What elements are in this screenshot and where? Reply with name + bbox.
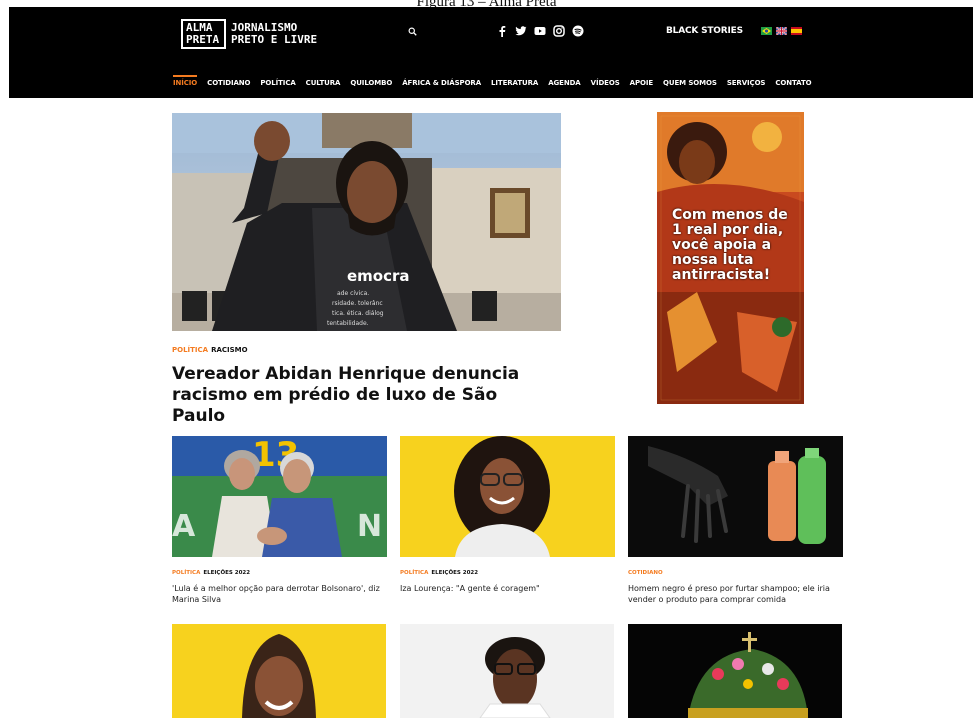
nav-item-contato[interactable]: CONTATO <box>770 75 816 91</box>
logo-mark: ALMA PRETA <box>181 19 226 49</box>
svg-text:emocra: emocra <box>347 267 410 285</box>
card-image-6[interactable] <box>628 624 842 718</box>
hero-category-racismo[interactable]: RACISMO <box>211 346 248 354</box>
tagline-line-2: PRETO E LIVRE <box>231 33 318 46</box>
hero-categories: POLÍTICA RACISMO <box>172 346 248 354</box>
twitter-icon[interactable] <box>515 25 527 37</box>
nav-item-cultura[interactable]: CULTURA <box>301 75 346 91</box>
hero-image[interactable]: emocra ade cívica. rsidade. tolerânc tic… <box>172 113 561 331</box>
nav-item-politica[interactable]: POLÍTICA <box>255 75 300 91</box>
language-flags <box>761 27 802 35</box>
nav-item-servicos[interactable]: SERVIÇOS <box>722 75 771 91</box>
card-title-3[interactable]: Homem negro é preso por furtar shampoo; … <box>628 583 843 605</box>
article-card-1[interactable]: 13 A N POLÍTICA ELEIÇÕES 2022 'Lula é a m… <box>172 436 387 605</box>
nav-item-literatura[interactable]: LITERATURA <box>486 75 543 91</box>
social-links <box>496 25 584 37</box>
spotify-icon[interactable] <box>572 25 584 37</box>
logo-tagline: JORNALISMO PRETO E LIVRE <box>231 22 317 46</box>
nav-item-quilombo[interactable]: QUILOMBO <box>345 75 397 91</box>
card-categories-3: COTIDIANO <box>628 570 843 576</box>
nav-item-agenda[interactable]: AGENDA <box>543 75 585 91</box>
article-card-2[interactable]: POLÍTICA ELEIÇÕES 2022 Iza Lourença: "A g… <box>400 436 615 594</box>
nav-item-videos[interactable]: VÍDEOS <box>586 75 625 91</box>
logo-line-2: PRETA <box>186 33 220 46</box>
card-categories-1: POLÍTICA ELEIÇÕES 2022 <box>172 570 387 576</box>
card-categories-2: POLÍTICA ELEIÇÕES 2022 <box>400 570 615 576</box>
svg-text:A: A <box>172 509 196 544</box>
hero-category-politica[interactable]: POLÍTICA <box>172 346 208 354</box>
svg-text:ade cívica.: ade cívica. <box>337 290 369 297</box>
card-image-4[interactable] <box>172 624 386 718</box>
spain-flag-icon[interactable] <box>791 27 802 35</box>
card-image-1[interactable]: 13 A N <box>172 436 387 557</box>
nav-item-inicio[interactable]: INÍCIO <box>168 75 202 91</box>
search-icon[interactable] <box>408 27 417 36</box>
card-image-3[interactable] <box>628 436 843 557</box>
facebook-icon[interactable] <box>496 25 508 37</box>
svg-text:N: N <box>357 509 382 544</box>
svg-text:tentabilidade.: tentabilidade. <box>327 320 369 327</box>
svg-text:rsidade. tolerânc: rsidade. tolerânc <box>332 300 383 307</box>
card-1-category-1[interactable]: POLÍTICA <box>172 570 200 576</box>
nav-item-cotidiano[interactable]: COTIDIANO <box>202 75 255 91</box>
article-card-3[interactable]: COTIDIANO Homem negro é preso por furtar… <box>628 436 843 605</box>
site-logo[interactable]: ALMA PRETA JORNALISMO PRETO E LIVRE <box>181 19 317 49</box>
card-2-category-1[interactable]: POLÍTICA <box>400 570 428 576</box>
instagram-icon[interactable] <box>553 25 565 37</box>
svg-text:tica. ética. diálog: tica. ética. diálog <box>332 310 384 317</box>
hero-headline[interactable]: Vereador Abidan Henrique denuncia racism… <box>172 364 552 427</box>
youtube-icon[interactable] <box>534 25 546 37</box>
card-image-5[interactable] <box>400 624 614 718</box>
card-3-category-1[interactable]: COTIDIANO <box>628 570 663 576</box>
nav-item-quem-somos[interactable]: QUEM SOMOS <box>658 75 722 91</box>
card-1-category-2[interactable]: ELEIÇÕES 2022 <box>203 570 250 576</box>
card-image-2[interactable] <box>400 436 615 557</box>
donation-ad-banner[interactable]: Com menos de 1 real por dia, você apoia … <box>657 112 804 404</box>
card-title-2[interactable]: Iza Lourença: "A gente é coragem" <box>400 583 615 594</box>
card-2-category-2[interactable]: ELEIÇÕES 2022 <box>431 570 478 576</box>
uk-flag-icon[interactable] <box>776 27 787 35</box>
ad-text: Com menos de 1 real por dia, você apoia … <box>672 207 788 283</box>
brazil-flag-icon[interactable] <box>761 27 772 35</box>
main-nav: INÍCIO COTIDIANO POLÍTICA CULTURA QUILOM… <box>168 75 816 91</box>
figure-caption: Figura 13 – Alma Preta <box>0 0 973 7</box>
card-title-1[interactable]: 'Lula é a melhor opção para derrotar Bol… <box>172 583 387 605</box>
nav-item-africa-diaspora[interactable]: ÁFRICA & DIÁSPORA <box>397 75 486 91</box>
black-stories-link[interactable]: BLACK STORIES <box>666 26 743 36</box>
nav-item-apoie[interactable]: APOIE <box>625 75 658 91</box>
